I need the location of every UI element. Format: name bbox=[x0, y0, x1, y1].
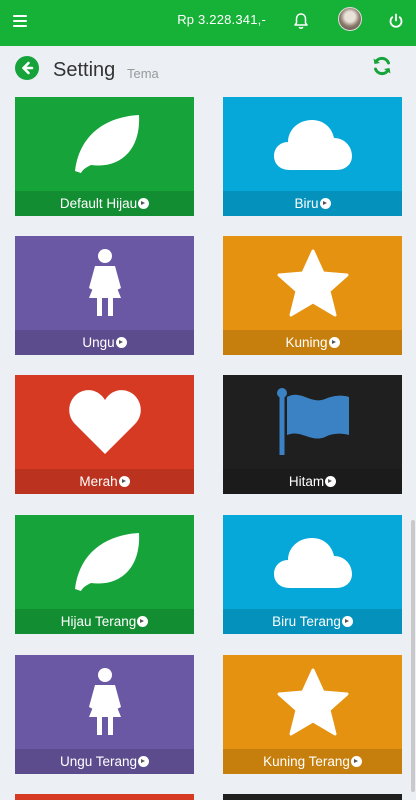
arrow-circle-right-icon bbox=[350, 756, 362, 767]
tile-bar: Ungu bbox=[15, 330, 194, 355]
theme-tile-merah[interactable]: Merah bbox=[15, 375, 194, 494]
theme-tile-hijau-terang[interactable]: Hijau Terang bbox=[15, 515, 194, 634]
theme-tile-kuning[interactable]: Kuning bbox=[223, 236, 402, 355]
arrow-circle-right-icon bbox=[138, 198, 150, 209]
balance-display: Rp 3.228.341,- bbox=[177, 12, 266, 27]
hamburger-icon[interactable] bbox=[13, 15, 27, 27]
theme-tile-partial-black[interactable] bbox=[223, 794, 402, 800]
leaf-icon bbox=[15, 515, 194, 609]
page-header: Setting Tema bbox=[0, 46, 416, 94]
tile-label: Kuning Terang bbox=[263, 754, 350, 769]
arrow-circle-right-icon bbox=[137, 616, 149, 627]
tile-bar: Biru Terang bbox=[223, 609, 402, 634]
scrollbar[interactable] bbox=[411, 520, 415, 792]
star-icon bbox=[223, 655, 402, 749]
tile-bar: Ungu Terang bbox=[15, 749, 194, 774]
arrow-left-circle-icon[interactable] bbox=[15, 56, 39, 80]
bell-icon[interactable] bbox=[293, 12, 309, 30]
cloud-icon bbox=[223, 97, 402, 191]
tile-label: Hijau Terang bbox=[60, 614, 137, 629]
star-icon bbox=[223, 236, 402, 330]
arrow-circle-right-icon bbox=[341, 616, 353, 627]
page-title: Setting bbox=[53, 59, 116, 81]
tile-label: Biru Terang bbox=[272, 614, 341, 629]
page-subtitle: Tema bbox=[127, 66, 159, 81]
theme-tile-ungu[interactable]: Ungu bbox=[15, 236, 194, 355]
arrow-circle-right-icon bbox=[115, 337, 127, 348]
arrow-circle-right-icon bbox=[325, 476, 337, 487]
tile-bar: Hitam bbox=[223, 469, 402, 494]
tile-label: Default Hijau bbox=[59, 196, 138, 211]
arrow-circle-right-icon bbox=[328, 337, 340, 348]
tile-label: Biru bbox=[294, 196, 319, 211]
theme-tile-biru[interactable]: Biru bbox=[223, 97, 402, 216]
tile-label: Ungu bbox=[82, 335, 115, 350]
female-icon bbox=[15, 236, 194, 330]
tile-bar: Merah bbox=[15, 469, 194, 494]
tile-bar: Kuning Terang bbox=[223, 749, 402, 774]
power-icon[interactable] bbox=[388, 12, 404, 30]
top-navbar: Rp 3.228.341,- bbox=[0, 0, 416, 46]
theme-tile-ungu-terang[interactable]: Ungu Terang bbox=[15, 655, 194, 774]
arrow-circle-right-icon bbox=[118, 476, 130, 487]
tile-label: Hitam bbox=[288, 474, 325, 489]
arrow-circle-right-icon bbox=[138, 756, 150, 767]
flag-icon bbox=[223, 375, 402, 469]
tile-label: Kuning bbox=[285, 335, 328, 350]
refresh-icon[interactable] bbox=[371, 55, 393, 77]
arrow-circle-right-icon bbox=[319, 198, 331, 209]
tile-bar: Default Hijau bbox=[15, 191, 194, 216]
theme-tile-default-hijau[interactable]: Default Hijau bbox=[15, 97, 194, 216]
avatar[interactable] bbox=[338, 7, 362, 31]
tile-label: Ungu Terang bbox=[59, 754, 138, 769]
theme-tile-hitam[interactable]: Hitam bbox=[223, 375, 402, 494]
tile-bar: Kuning bbox=[223, 330, 402, 355]
leaf-icon bbox=[15, 97, 194, 191]
heart-icon bbox=[15, 375, 194, 469]
tile-label: Merah bbox=[79, 474, 118, 489]
female-icon bbox=[15, 655, 194, 749]
cloud-icon bbox=[223, 515, 402, 609]
theme-tile-biru-terang[interactable]: Biru Terang bbox=[223, 515, 402, 634]
theme-tile-kuning-terang[interactable]: Kuning Terang bbox=[223, 655, 402, 774]
tile-bar: Hijau Terang bbox=[15, 609, 194, 634]
tile-bar: Biru bbox=[223, 191, 402, 216]
theme-tile-partial-red[interactable] bbox=[15, 794, 194, 800]
